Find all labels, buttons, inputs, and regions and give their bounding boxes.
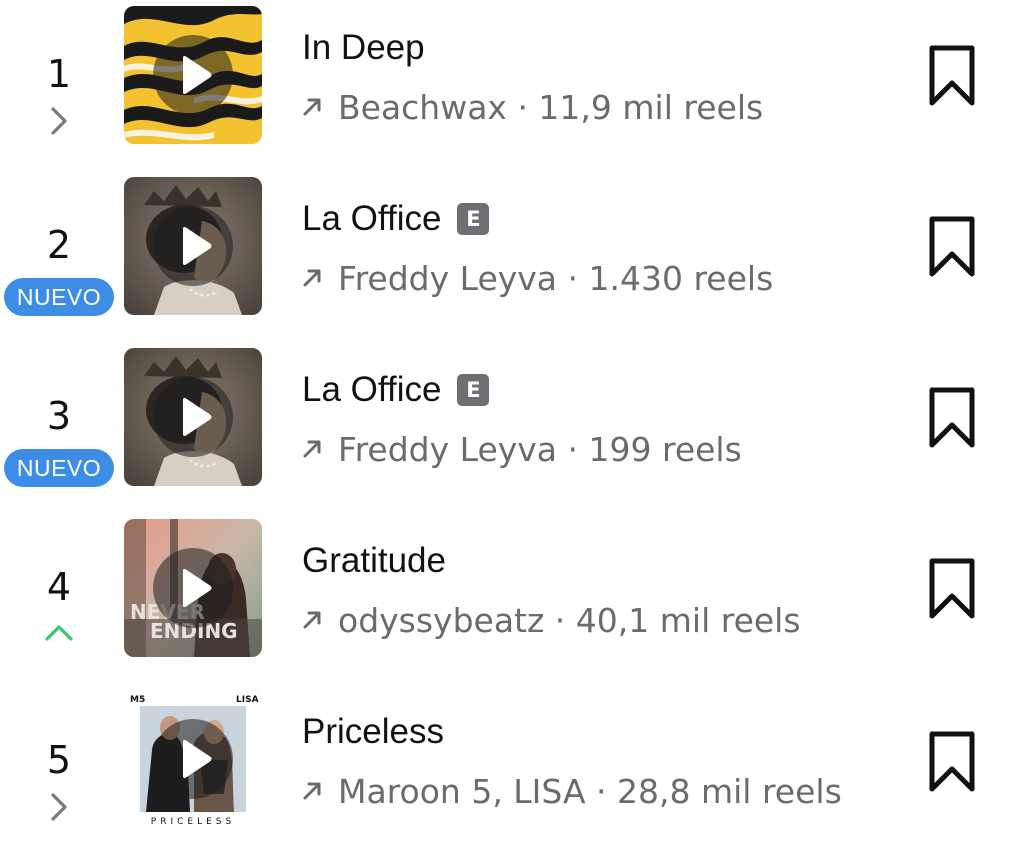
chevron-up-icon bbox=[0, 623, 118, 643]
track-meta[interactable]: odyssybeatz · 40,1 mil reels bbox=[338, 601, 801, 640]
arrow-up-right-icon bbox=[303, 98, 321, 116]
bookmark-icon bbox=[929, 45, 975, 106]
arrow-up-right-icon bbox=[303, 269, 321, 287]
play-icon bbox=[183, 740, 212, 778]
play-button[interactable] bbox=[153, 206, 233, 286]
track-meta[interactable]: Maroon 5, LISA · 28,8 mil reels bbox=[338, 772, 842, 811]
track-rank: 5 bbox=[46, 738, 72, 782]
track-row[interactable]: 2 NUEVO La Office E Freddy Leyva · 1.430… bbox=[0, 171, 1024, 342]
arrow-up-right-icon bbox=[303, 440, 321, 458]
album-cover[interactable] bbox=[124, 348, 262, 486]
track-title[interactable]: In Deep bbox=[302, 28, 425, 68]
album-cover[interactable] bbox=[124, 6, 262, 144]
explicit-badge: E bbox=[457, 203, 490, 235]
cover-text-priceless: PRICELESS bbox=[151, 817, 235, 827]
bookmark-icon bbox=[929, 216, 975, 277]
track-row[interactable]: 5 M5 LISA PRICELESS Priceless Maroon 5, … bbox=[0, 684, 1024, 855]
track-rank: 4 bbox=[46, 565, 72, 609]
bookmark-icon bbox=[929, 731, 975, 792]
track-meta[interactable]: Freddy Leyva · 1.430 reels bbox=[338, 259, 773, 298]
arrow-up-right-icon bbox=[303, 782, 321, 800]
track-title[interactable]: Priceless bbox=[302, 712, 444, 752]
play-icon bbox=[183, 227, 212, 265]
bookmark-button[interactable] bbox=[922, 553, 982, 625]
cover-text-lisa: LISA bbox=[236, 695, 259, 705]
track-rank: 3 bbox=[46, 394, 72, 438]
chevron-right-icon bbox=[0, 792, 118, 822]
track-row[interactable]: 1 In Deep Beachwax · 11,9 mil reels bbox=[0, 0, 1024, 171]
play-icon bbox=[183, 569, 212, 607]
trending-audio-list: 1 In Deep Beachwax · 11,9 mil reels 2 NU… bbox=[0, 0, 1024, 840]
track-meta[interactable]: Freddy Leyva · 199 reels bbox=[338, 430, 742, 469]
album-cover[interactable]: M5 LISA PRICELESS bbox=[124, 690, 262, 828]
play-icon bbox=[183, 398, 212, 436]
bookmark-button[interactable] bbox=[922, 726, 982, 798]
track-meta[interactable]: Beachwax · 11,9 mil reels bbox=[338, 88, 763, 127]
arrow-up-right-icon bbox=[303, 611, 321, 629]
track-rank: 2 bbox=[46, 223, 72, 267]
new-badge: NUEVO bbox=[4, 278, 114, 316]
bookmark-icon bbox=[929, 558, 975, 619]
track-row[interactable]: 3 NUEVO La Office E Freddy Leyva · 199 r… bbox=[0, 342, 1024, 513]
bookmark-button[interactable] bbox=[922, 40, 982, 112]
track-title[interactable]: La Office bbox=[302, 199, 441, 239]
play-icon bbox=[183, 56, 212, 94]
play-button[interactable] bbox=[153, 548, 233, 628]
album-cover[interactable] bbox=[124, 177, 262, 315]
new-badge: NUEVO bbox=[4, 449, 114, 487]
chevron-right-icon bbox=[0, 106, 118, 136]
cover-text-m5: M5 bbox=[130, 695, 145, 705]
play-button[interactable] bbox=[153, 719, 233, 799]
play-button[interactable] bbox=[153, 377, 233, 457]
album-cover[interactable]: NEVER ENDING bbox=[124, 519, 262, 657]
bookmark-button[interactable] bbox=[922, 211, 982, 283]
bookmark-icon bbox=[929, 387, 975, 448]
track-rank: 1 bbox=[46, 52, 72, 96]
track-row[interactable]: 4 NEVER ENDING bbox=[0, 513, 1024, 684]
play-button[interactable] bbox=[153, 35, 233, 115]
track-title[interactable]: La Office bbox=[302, 370, 441, 410]
track-title[interactable]: Gratitude bbox=[302, 541, 446, 581]
explicit-badge: E bbox=[457, 374, 490, 406]
bookmark-button[interactable] bbox=[922, 382, 982, 454]
